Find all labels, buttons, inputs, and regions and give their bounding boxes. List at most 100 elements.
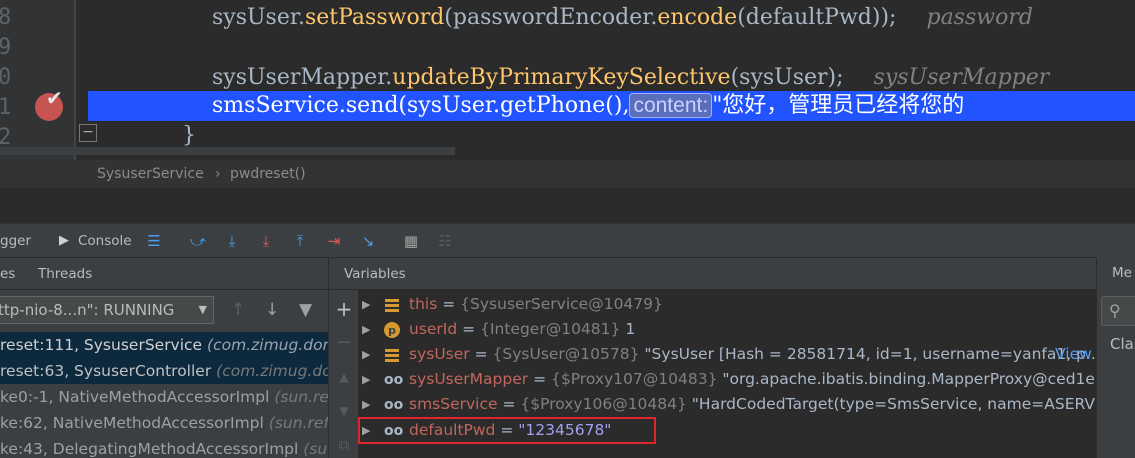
tab-memory[interactable]: Me [1112, 265, 1132, 281]
code-method: setPassword [304, 5, 445, 30]
code-line-set-password: sysUser.setPassword(passwordEncoder.enco… [212, 3, 1033, 33]
add-icon[interactable]: + [335, 299, 353, 319]
move-up-icon[interactable]: ▲ [335, 368, 353, 386]
remove-icon[interactable]: − [335, 334, 353, 352]
run-to-cursor-icon[interactable]: ↘ [359, 232, 377, 250]
variable-text: sysUser = {SysUser@10578} "SysUser [Hash… [409, 342, 1096, 367]
variables-side-toolbar: + − ▲ ▼ ⧉ [328, 290, 358, 458]
code-line-sms-send: smsService.send(sysUser.getPhone(), conte… [212, 91, 964, 121]
menu-icon[interactable]: ☰ [145, 232, 163, 250]
expand-icon[interactable]: ▶ [362, 317, 370, 342]
frame-class: (sun [303, 440, 328, 458]
checkmark-icon: ✔ [46, 86, 63, 110]
breadcrumb: SysuserService › pwdreset() [0, 160, 1135, 188]
line-number: 1 [0, 95, 12, 120]
arrow-down-icon[interactable]: ↓ [265, 300, 279, 320]
filter-icon[interactable]: ▼ [299, 300, 312, 320]
list-item[interactable]: ke:43, DelegatingMethodAccessorImpl (sun [0, 436, 328, 458]
frame-method: reset:111, SysuserService [0, 336, 203, 354]
code-method: updateByPrimaryKeySelective [392, 65, 731, 90]
list-item[interactable]: reset:111, SysuserService (com.zimug.don… [0, 332, 328, 358]
variable-text: this = {SysuserService@10479} [409, 295, 663, 313]
tab-variables[interactable]: Variables [344, 258, 406, 290]
variable-row[interactable]: ▶ p userId = {Integer@10481} 1 [358, 317, 1096, 342]
view-link[interactable]: View [1055, 342, 1092, 367]
evaluate-expression-icon[interactable]: ▦ [402, 232, 420, 250]
tab-console[interactable]: Console [78, 224, 132, 258]
show-execution-point-icon[interactable]: ⤻ [189, 232, 207, 250]
variable-name: userId [409, 320, 458, 338]
editor-gutter: 8 9 0 1 2 [0, 0, 74, 160]
breadcrumb-class[interactable]: SysuserService [97, 160, 204, 188]
step-over-icon[interactable]: ⤓ [223, 232, 241, 250]
frame-method: ke0:-1, NativeMethodAccessorImpl [0, 388, 270, 406]
move-down-icon[interactable]: ▼ [335, 402, 353, 420]
code-token: sysUserMapper. [212, 65, 393, 90]
variables-tree: ▶ this = {SysuserService@10479} ▶ p user… [358, 290, 1096, 458]
step-out-icon[interactable]: ⤒ [291, 232, 309, 250]
tab-frames[interactable]: es [0, 258, 15, 290]
line-number: 8 [0, 5, 12, 30]
trace-icon[interactable]: ☷ [436, 232, 454, 250]
code-token: smsService.send(sysUser.getPhone(), [212, 93, 630, 118]
code-editor[interactable]: 8 9 0 1 2 sysUser.setPassword(passwordEn… [0, 0, 1135, 160]
expand-icon[interactable]: ▶ [362, 292, 370, 317]
list-item[interactable]: reset:63, SysuserController (com.zimug.d… [0, 358, 328, 384]
indent-guide [74, 0, 76, 160]
execution-point-line: smsService.send(sysUser.getPhone(), conte… [88, 91, 1135, 121]
frame-method: reset:63, SysuserController [0, 362, 212, 380]
tab-debugger[interactable]: gger [0, 224, 31, 258]
horizontal-scrollbar[interactable] [0, 147, 455, 155]
memory-toolbar [1096, 224, 1135, 258]
variable-row[interactable]: ▶ oo smsService = {$Proxy106@10484} "Har… [358, 392, 1096, 417]
variable-text: userId = {Integer@10481} 1 [409, 320, 636, 338]
variable-name: smsService [409, 395, 498, 413]
expand-icon[interactable]: ▶ [362, 342, 370, 367]
code-string: "您好，管理员已经将您的 [712, 93, 965, 118]
memory-panel: Me ⚲ Clas [1096, 258, 1135, 458]
arrow-up-icon[interactable]: ↑ [231, 300, 245, 320]
code-comment: password [926, 5, 1033, 30]
list-item[interactable]: ke0:-1, NativeMethodAccessorImpl (sun.re… [0, 384, 328, 410]
class-column-header: Clas [1110, 335, 1135, 353]
duplicate-icon[interactable]: ⧉ [335, 436, 353, 454]
thread-dropdown-value: ttp-nio-8...n": RUNNING [0, 301, 175, 319]
frame-class: (com.zimug.dor [216, 362, 328, 380]
field-icon [385, 349, 399, 362]
frame-class: (com.zimug.dong [207, 336, 328, 354]
thread-dropdown[interactable]: ttp-nio-8...n": RUNNING ▼ [0, 296, 214, 324]
expand-icon[interactable]: ▶ [362, 392, 370, 417]
breadcrumb-method[interactable]: pwdreset() [230, 160, 306, 188]
variable-name: sysUser [409, 345, 470, 363]
debug-toolbar: gger ▶ Console ☰ ⤻ ⤓ ⤓ ⤒ ⇥ ↘ ▦ ☷ [0, 224, 1135, 258]
tab-threads[interactable]: Threads [38, 258, 92, 290]
frame-method: ke:62, NativeMethodAccessorImpl [0, 414, 264, 432]
param-icon: p [384, 322, 400, 338]
variable-row[interactable]: ▶ sysUser = {SysUser@10578} "SysUser [Ha… [358, 342, 1096, 367]
code-token: sysUser. [212, 5, 305, 30]
watch-icon: oo [384, 372, 404, 388]
frames-tabs: es Threads [0, 258, 328, 290]
variable-type: {Integer@10481} [480, 320, 621, 338]
frames-list: reset:111, SysuserService (com.zimug.don… [0, 330, 328, 458]
variable-name: sysUserMapper [409, 370, 529, 388]
list-item[interactable]: ke:62, NativeMethodAccessorImpl (sun.ref… [0, 410, 328, 436]
code-method: encode [657, 5, 738, 30]
line-number: 9 [0, 35, 12, 60]
code-comment: sysUserMapper [873, 65, 1050, 90]
drop-frame-icon[interactable]: ⇥ [325, 232, 343, 250]
variable-row[interactable]: ▶ this = {SysuserService@10479} [358, 292, 1096, 317]
fold-icon[interactable]: − [79, 124, 97, 142]
variable-text: sysUserMapper = {$Proxy107@10483} "org.a… [409, 367, 1096, 392]
watch-icon: oo [384, 397, 404, 413]
variables-header: Variables [328, 258, 1096, 290]
field-icon [385, 299, 399, 312]
memory-search-input[interactable]: ⚲ [1101, 296, 1135, 326]
variable-value: "HardCodedTarget(type=SmsService, name=A… [691, 395, 1096, 413]
variable-row[interactable]: ▶ oo sysUserMapper = {$Proxy107@10483} "… [358, 367, 1096, 392]
expand-icon[interactable]: ▶ [362, 367, 370, 392]
frame-method: ke:43, DelegatingMethodAccessorImpl [0, 440, 299, 458]
breadcrumb-separator: › [215, 166, 221, 182]
force-step-into-icon[interactable]: ⤓ [257, 232, 275, 250]
console-icon: ▶ [59, 233, 69, 248]
